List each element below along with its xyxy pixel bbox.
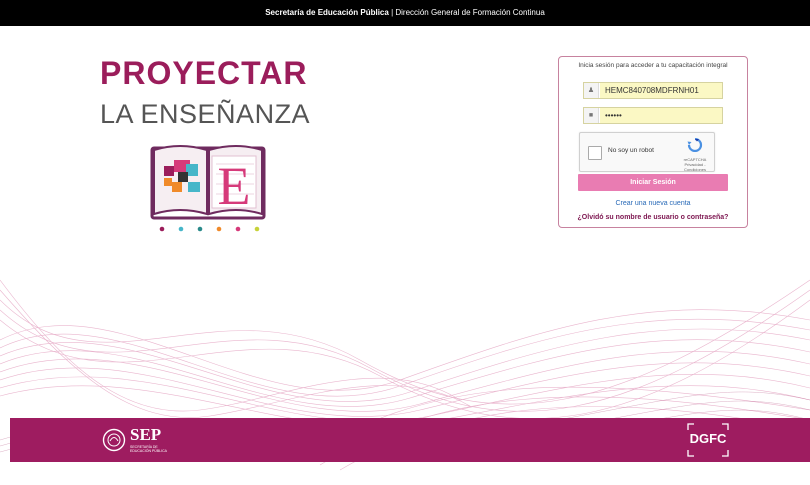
sep-logo: SEP SECRETARÍA DE EDUCACIÓN PÚBLICA: [100, 424, 180, 456]
create-account-link[interactable]: Crear una nueva cuenta: [559, 200, 747, 207]
recaptcha-icon: [687, 137, 703, 153]
password-field[interactable]: ■ ••••••: [583, 107, 723, 124]
sep-logo-text: SEP: [130, 425, 162, 444]
recaptcha-logo: reCAPTCHA Privacidad - Condiciones: [682, 137, 708, 172]
dot: [159, 226, 165, 232]
username-value[interactable]: HEMC840708MDFRNH01: [600, 83, 722, 98]
recaptcha-checkbox[interactable]: [588, 146, 602, 160]
header-org: Secretaría de Educación Pública: [265, 8, 389, 17]
lock-icon: ■: [584, 108, 599, 123]
recaptcha-label: No soy un robot: [608, 147, 654, 154]
header-dept: Dirección General de Formación Continua: [395, 8, 545, 17]
mexico-seal-icon: [102, 428, 126, 452]
book-letter: E: [218, 156, 251, 216]
login-button[interactable]: Iniciar Sesión: [578, 174, 728, 191]
username-field[interactable]: ♟ HEMC840708MDFRNH01: [583, 82, 723, 99]
brand-title: PROYECTAR: [100, 55, 308, 91]
user-icon: ♟: [584, 83, 599, 98]
color-dots: [159, 226, 260, 232]
login-title: Inicia sesión para acceder a tu capacita…: [578, 62, 728, 69]
recaptcha-links[interactable]: Privacidad - Condiciones: [682, 162, 708, 172]
dot: [254, 226, 260, 232]
top-header-bar: Secretaría de Educación Pública | Direcc…: [0, 0, 810, 26]
dot: [235, 226, 241, 232]
header-separator: |: [391, 8, 394, 17]
dgfc-logo: DGFC: [686, 422, 730, 458]
brand-subtitle: LA ENSEÑANZA: [100, 99, 311, 129]
book-logo-icon: E: [150, 145, 266, 220]
login-panel: Inicia sesión para acceder a tu capacita…: [558, 56, 748, 228]
dot: [216, 226, 222, 232]
password-value[interactable]: ••••••: [600, 108, 722, 123]
dot: [197, 226, 203, 232]
recaptcha-widget: No soy un robot reCAPTCHA Privacidad - C…: [579, 132, 715, 172]
dgfc-logo-text: DGFC: [689, 431, 727, 446]
sep-subtitle-2: EDUCACIÓN PÚBLICA: [130, 449, 167, 453]
forgot-password-link[interactable]: ¿Olvidó su nombre de usuario o contraseñ…: [559, 214, 747, 221]
dot: [178, 226, 184, 232]
